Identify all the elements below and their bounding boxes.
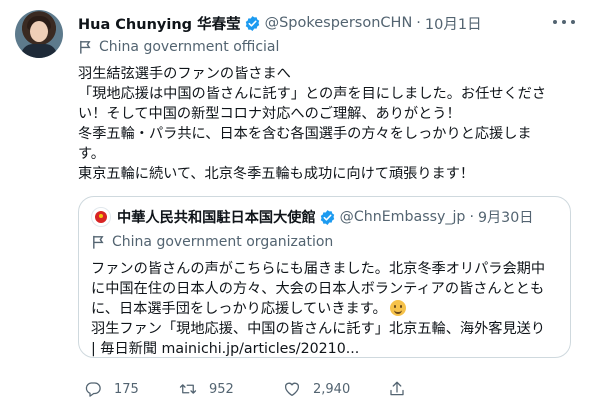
verified-badge-icon bbox=[320, 209, 334, 225]
retweet-button[interactable]: 952 bbox=[179, 377, 234, 401]
reply-button[interactable]: 175 bbox=[84, 377, 139, 401]
separator-dot: · bbox=[469, 209, 474, 225]
like-count: 2,940 bbox=[313, 381, 351, 397]
reply-count: 175 bbox=[114, 381, 139, 397]
flag-icon bbox=[93, 235, 104, 249]
tweet-text-line: 冬季五輪・パラ共に、日本を含む各国選手の方々をしっかりと応援しま bbox=[78, 126, 532, 142]
quote-text-line: ファンの皆さんの声がこちらにも届きました。北京冬季オリパラ会期中 bbox=[91, 261, 546, 277]
tweet-text-line: い！そして中国の新型コロナ対応へのご理解、ありがとう！ bbox=[78, 106, 461, 122]
smiling-face-emoji bbox=[389, 300, 406, 316]
flag-icon bbox=[80, 40, 91, 54]
tweet-text-line: す。 bbox=[78, 146, 105, 162]
quote-account-label[interactable]: China government organization bbox=[91, 232, 333, 252]
reply-icon bbox=[85, 382, 101, 397]
quote-avatar[interactable] bbox=[91, 207, 111, 227]
quote-text-line: に、日本選手団をしっかり応援していきます。 bbox=[91, 299, 566, 319]
separator-dot: · bbox=[416, 15, 421, 31]
tweet-date[interactable]: 10月1日 bbox=[425, 13, 482, 34]
quote-account-label-text: China government organization bbox=[112, 234, 334, 250]
quote-text-line: | 毎日新聞 mainichi.jp/articles/20210... bbox=[91, 341, 360, 357]
tweet-text-line: 東京五輪に続いて、北京冬季五輪も成功に向けて頑張ります！ bbox=[78, 166, 475, 182]
quote-author-handle[interactable]: @ChnEmbassy_jp bbox=[340, 209, 466, 225]
author-name[interactable]: Hua Chunying 华春莹 bbox=[78, 13, 241, 34]
share-icon bbox=[390, 381, 404, 396]
heart-icon bbox=[284, 382, 300, 397]
verified-badge-icon bbox=[245, 15, 259, 31]
quote-text-line: 羽生ファン「現地応援、中国の皆さんに託す」北京五輪、海外客見送り bbox=[91, 321, 546, 337]
like-button[interactable]: 2,940 bbox=[283, 377, 350, 401]
tweet[interactable]: Hua Chunying 华春莹 @SpokespersonCHN · 10月1… bbox=[0, 0, 589, 413]
quote-text: ファンの皆さんの声がこちらにも届きました。北京冬季オリパラ会期中 に中国在住の日… bbox=[91, 259, 566, 359]
quote-text-segment: に、日本選手団をしっかり応援していきます。 bbox=[91, 301, 387, 317]
quote-header: 中華人民共和国駐日本国大使館 @ChnEmbassy_jp · 9月30日 bbox=[117, 206, 533, 228]
tweet-text-line: 羽生結弦選手のファンの皆さまへ bbox=[78, 66, 291, 82]
avatar[interactable] bbox=[15, 10, 63, 58]
quote-text-line: に中国在住の日本人の方々、大会の日本人ボランティアの皆さんととも bbox=[91, 281, 545, 297]
account-label[interactable]: China government official bbox=[78, 37, 279, 57]
quote-author-name[interactable]: 中華人民共和国駐日本国大使館 bbox=[117, 207, 316, 227]
account-label-text: China government official bbox=[99, 39, 280, 55]
share-button[interactable] bbox=[388, 377, 406, 401]
quote-date[interactable]: 9月30日 bbox=[478, 207, 533, 227]
retweet-icon bbox=[179, 384, 197, 394]
more-options-icon[interactable] bbox=[553, 12, 575, 32]
tweet-text: 羽生結弦選手のファンの皆さまへ 「現地応援は中国の皆さんに託す」との声を目にしま… bbox=[78, 64, 583, 184]
tweet-header: Hua Chunying 华春莹 @SpokespersonCHN · 10月1… bbox=[78, 12, 482, 34]
tweet-text-line: 「現地応援は中国の皆さんに託す」との声を目にしました。お任せくださ bbox=[78, 86, 547, 102]
author-handle[interactable]: @SpokespersonCHN bbox=[265, 15, 413, 31]
retweet-count: 952 bbox=[209, 381, 234, 397]
quoted-tweet[interactable]: 中華人民共和国駐日本国大使館 @ChnEmbassy_jp · 9月30日 Ch… bbox=[78, 196, 571, 358]
tweet-actions: 175 952 2,940 bbox=[78, 377, 578, 401]
